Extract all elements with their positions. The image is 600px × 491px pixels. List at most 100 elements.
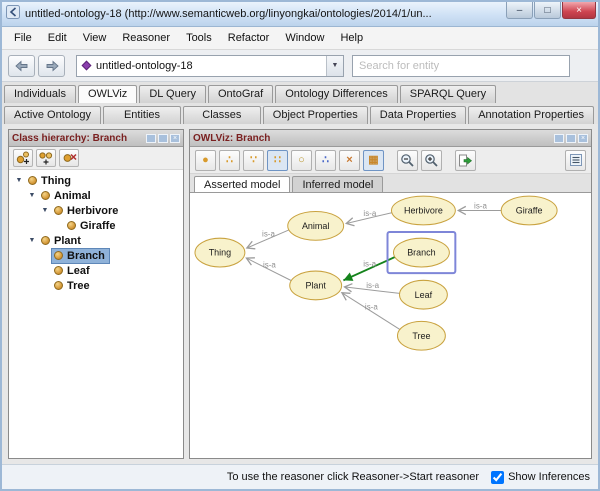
tab-data-properties[interactable]: Data Properties (370, 106, 466, 124)
menu-window[interactable]: Window (277, 29, 332, 47)
add-sibling-class-button[interactable] (36, 149, 56, 167)
menu-edit[interactable]: Edit (40, 29, 75, 47)
show-superclasses-icon: ∵ (250, 155, 257, 166)
zoom-in-button[interactable] (421, 150, 442, 171)
owlviz-canvas[interactable]: is-ais-ais-ais-ais-ais-ais-aThingAnimalH… (190, 193, 591, 458)
class-icon (54, 266, 63, 275)
split-panel-icon[interactable] (566, 134, 576, 143)
show-superclasses-button[interactable]: ∵ (243, 150, 264, 171)
split-panel-icon[interactable] (158, 134, 168, 143)
collapse-toggle-icon[interactable]: ▼ (13, 177, 25, 184)
zoom-in-icon (424, 153, 439, 168)
tree-item-plant[interactable]: ▼Plant (9, 233, 183, 248)
close-panel-icon[interactable]: × (170, 134, 180, 143)
tab-active-ontology[interactable]: Active Ontology (4, 106, 101, 124)
tree-item-animal[interactable]: ▼Animal (9, 188, 183, 203)
class-entry[interactable]: Giraffe (64, 218, 120, 234)
class-entry[interactable]: Plant (38, 233, 86, 249)
float-panel-icon[interactable] (554, 134, 564, 143)
zoom-out-button[interactable] (397, 150, 418, 171)
node-label: Giraffe (516, 205, 543, 215)
hide-class-button[interactable]: ○ (291, 150, 312, 171)
node-leaf[interactable]: Leaf (399, 280, 447, 309)
menu-reasoner[interactable]: Reasoner (114, 29, 178, 47)
radius-view-icon: ▦ (368, 155, 378, 166)
show-inferences-checkbox[interactable] (491, 471, 504, 484)
node-herbivore[interactable]: Herbivore (391, 196, 455, 225)
owlviz-graph: is-ais-ais-ais-ais-ais-ais-aThingAnimalH… (190, 193, 591, 458)
class-entry[interactable]: Herbivore (51, 203, 123, 219)
class-icon (54, 281, 63, 290)
menu-file[interactable]: File (6, 29, 40, 47)
tab-sparql-query[interactable]: SPARQL Query (400, 85, 496, 103)
tab-owlviz[interactable]: OWLViz (78, 85, 137, 103)
node-plant[interactable]: Plant (290, 271, 342, 300)
menu-help[interactable]: Help (332, 29, 371, 47)
collapse-toggle-icon[interactable]: ▼ (39, 207, 51, 214)
tab-ontograf[interactable]: OntoGraf (208, 85, 273, 103)
menu-tools[interactable]: Tools (178, 29, 220, 47)
tree-item-giraffe[interactable]: Giraffe (9, 218, 183, 233)
class-entry[interactable]: Animal (38, 188, 96, 204)
ontology-dropdown-value: untitled-ontology-18 (96, 60, 320, 72)
node-branch[interactable]: Branch (388, 232, 456, 273)
menu-refactor[interactable]: Refactor (220, 29, 278, 47)
tab-annotation-properties[interactable]: Annotation Properties (468, 106, 594, 124)
app-icon (6, 5, 20, 24)
tab-inferred-model[interactable]: Inferred model (292, 176, 383, 192)
delete-class-button[interactable] (59, 149, 79, 167)
class-entry[interactable]: Leaf (51, 263, 95, 279)
show-all-classes-button[interactable]: ∷ (267, 150, 288, 171)
menu-view[interactable]: View (75, 29, 115, 47)
search-input[interactable] (352, 55, 570, 77)
chevron-down-icon[interactable]: ▼ (326, 56, 343, 76)
tree-item-leaf[interactable]: Leaf (9, 263, 183, 278)
node-giraffe[interactable]: Giraffe (501, 196, 557, 225)
tab-dl-query[interactable]: DL Query (139, 85, 206, 103)
add-subclass-button[interactable] (13, 149, 33, 167)
titlebar[interactable]: untitled-ontology-18 (http://www.semanti… (2, 2, 598, 27)
node-thing[interactable]: Thing (195, 238, 245, 267)
tree-item-thing[interactable]: ▼Thing (9, 173, 183, 188)
tab-individuals[interactable]: Individuals (4, 85, 76, 103)
tree-item-tree[interactable]: Tree (9, 278, 183, 293)
maximize-button[interactable]: □ (534, 2, 561, 19)
float-panel-icon[interactable] (146, 134, 156, 143)
tree-item-branch[interactable]: Branch (9, 248, 183, 263)
node-animal[interactable]: Animal (288, 211, 344, 240)
show-class-button[interactable]: ● (195, 150, 216, 171)
close-panel-icon[interactable]: × (578, 134, 588, 143)
back-button[interactable] (8, 55, 35, 77)
tree-item-herbivore[interactable]: ▼ Herbivore (9, 203, 183, 218)
collapse-toggle-icon[interactable]: ▼ (26, 237, 38, 244)
collapse-toggle-icon[interactable]: ▼ (26, 192, 38, 199)
tab-ontology-differences[interactable]: Ontology Differences (275, 85, 398, 103)
class-entry[interactable]: Thing (25, 173, 76, 189)
ontology-dropdown[interactable]: untitled-ontology-18 ▼ (76, 55, 344, 77)
tab-row-ontology: Active OntologyEntitiesClassesObject Pro… (2, 103, 598, 124)
hide-subclasses-button[interactable]: ∴ (315, 150, 336, 171)
close-button[interactable]: × (562, 2, 596, 19)
show-subclasses-button[interactable]: ∴ (219, 150, 240, 171)
class-name: Branch (67, 250, 105, 262)
options-button[interactable] (565, 150, 586, 171)
class-entry[interactable]: Branch (51, 248, 110, 264)
tab-classes[interactable]: Classes (183, 106, 261, 124)
minimize-button[interactable]: – (506, 2, 533, 19)
options-list-icon (569, 153, 583, 167)
node-tree[interactable]: Tree (397, 321, 445, 350)
tab-entities[interactable]: Entities (103, 106, 181, 124)
hide-all-classes-button[interactable]: × (339, 150, 360, 171)
show-inferences[interactable]: Show Inferences (491, 471, 590, 484)
zoom-out-icon (400, 153, 415, 168)
forward-button[interactable] (38, 55, 65, 77)
reasoner-hint: To use the reasoner click Reasoner->Star… (227, 471, 479, 483)
class-entry[interactable]: Tree (51, 278, 95, 294)
tab-asserted-model[interactable]: Asserted model (194, 176, 290, 192)
export-button[interactable] (455, 150, 476, 171)
tab-object-properties[interactable]: Object Properties (263, 106, 368, 124)
class-name: Herbivore (67, 205, 118, 217)
edge-label: is-a (365, 302, 378, 311)
main-content: Class hierarchy: Branch × ▼Thing▼Animal▼… (2, 124, 598, 464)
radius-view-button[interactable]: ▦ (363, 150, 384, 171)
